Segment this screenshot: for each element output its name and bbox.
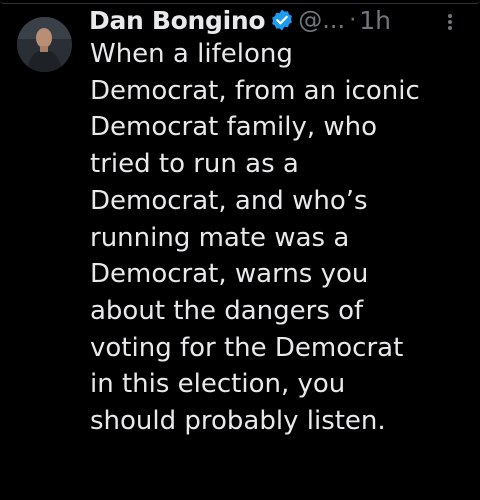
tweet-text-line: tried to run as a (90, 149, 299, 180)
timestamp[interactable]: 1h (359, 6, 391, 35)
tweet-text-line: Democrat, warns you (90, 259, 369, 290)
tweet-text-line: in this election, you (90, 369, 346, 400)
tweet-text-line: should probably listen. (90, 406, 386, 437)
tweet-text-line: Democrat, and who’s (90, 185, 368, 216)
tweet-text-line: about the dangers of (90, 295, 364, 326)
more-vertical-icon[interactable] (440, 10, 460, 34)
tweet-body: When a lifelong Democrat, from an iconic… (90, 36, 475, 440)
author-handle[interactable]: @... (298, 6, 345, 34)
author-name[interactable]: Dan Bongino (89, 6, 266, 35)
tweet-text-line: When a lifelong (90, 39, 293, 69)
tweet[interactable]: Dan Bongino @... · 1h When a lifelong De… (0, 0, 480, 500)
tweet-text-line: Democrat, from an iconic (90, 75, 420, 106)
separator-dot: · (349, 7, 357, 33)
avatar[interactable] (17, 17, 72, 72)
tweet-text-line: running mate was a (90, 222, 350, 253)
tweet-text-line: voting for the Democrat (90, 332, 404, 363)
tweet-header: Dan Bongino @... · 1h (89, 2, 474, 38)
verified-badge-icon (270, 8, 294, 32)
tweet-text-line: Democrat family, who (90, 112, 378, 143)
